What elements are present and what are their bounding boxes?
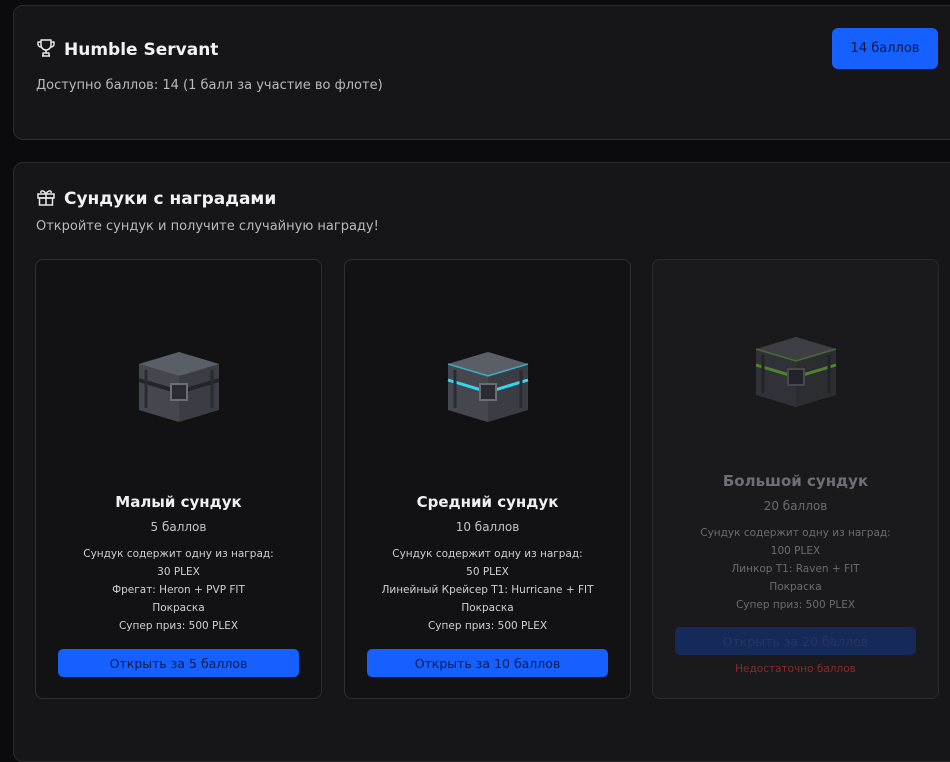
chest-rewards: Сундук содержит одну из наград: 100 PLEX… [653,524,938,614]
chests-title-row: Сундуки с наградами [36,187,276,211]
chest-card-small: Малый сундук 5 баллов Сундук содержит од… [35,259,322,699]
reward-item: Линкор T1: Raven + FIT [731,563,860,575]
profile-title-row: Humble Servant [36,38,218,62]
chest-rewards: Сундук содержит одну из наград: 30 PLEX … [36,545,321,635]
reward-item: 100 PLEX [770,545,821,557]
reward-item: Линейный Крейсер T1: Hurricane + FIT [381,584,594,596]
open-small-chest-button[interactable]: Открыть за 5 баллов [58,649,299,677]
profile-name: Humble Servant [64,40,219,60]
reward-item: Покраска [769,581,822,593]
chest-cost: 20 баллов [763,499,828,513]
trophy-icon [36,38,56,62]
large-chest-image [755,337,836,407]
open-large-chest-button[interactable]: Открыть за 20 баллов [675,627,916,655]
points-badge-button[interactable]: 14 баллов [832,28,938,69]
reward-item: Супер приз: 500 PLEX [427,620,548,632]
chests-title: Сундуки с наградами [64,189,277,209]
reward-item: Покраска [152,602,205,614]
reward-item: 30 PLEX [157,566,200,578]
chest-card-medium: Средний сундук 10 баллов Сундук содержит… [344,259,631,699]
insufficient-points-warning: Недостаточно баллов [735,663,856,675]
profile-panel: Humble Servant Доступно баллов: 14 (1 ба… [13,5,950,140]
chest-rewards: Сундук содержит одну из наград: 50 PLEX … [345,545,630,635]
gift-icon [36,187,56,211]
open-medium-chest-button[interactable]: Открыть за 10 баллов [367,649,608,677]
reward-item: Покраска [461,602,514,614]
chest-cost: 10 баллов [455,520,520,534]
available-points-text: Доступно баллов: 14 (1 балл за участие в… [36,78,383,93]
chests-panel: Сундуки с наградами Откройте сундук и по… [13,162,950,762]
chest-name: Малый сундук [115,493,242,511]
chest-contains-label: Сундук содержит одну из наград: [392,548,583,560]
chests-subtitle: Откройте сундук и получите случайную наг… [36,219,379,234]
chest-cost: 5 баллов [150,520,207,534]
chest-card-large: Большой сундук 20 баллов Сундук содержит… [652,259,939,699]
chest-contains-label: Сундук содержит одну из наград: [700,527,891,539]
medium-chest-image [447,352,528,422]
reward-item: Фрегат: Heron + PVP FIT [112,584,245,596]
chest-name: Большой сундук [722,472,869,490]
reward-item: Супер приз: 500 PLEX [735,599,856,611]
chest-name: Средний сундук [416,493,559,511]
reward-item: 50 PLEX [466,566,509,578]
chest-contains-label: Сундук содержит одну из наград: [83,548,274,560]
small-chest-image [137,352,220,422]
reward-item: Супер приз: 500 PLEX [118,620,239,632]
